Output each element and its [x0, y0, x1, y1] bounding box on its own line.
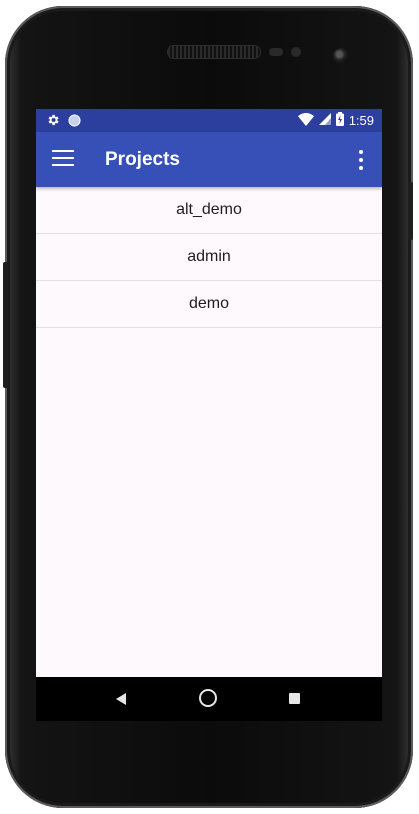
front-camera-icon	[333, 48, 349, 64]
settings-gear-icon	[46, 113, 60, 132]
hamburger-menu-icon[interactable]	[52, 150, 74, 168]
light-sensor-icon	[291, 47, 301, 57]
project-name: demo	[188, 295, 230, 312]
proximity-sensor-icon	[269, 48, 283, 56]
sync-circle-icon	[68, 113, 81, 132]
navigation-bar	[36, 677, 382, 721]
volume-rocker[interactable]	[3, 262, 8, 388]
project-list: alt_demo admin demo	[36, 187, 382, 328]
list-item[interactable]: demo	[36, 281, 382, 328]
project-name: admin	[187, 248, 231, 265]
list-item[interactable]: admin	[36, 234, 382, 281]
back-icon[interactable]	[116, 693, 126, 705]
clock: 1:59	[348, 113, 374, 128]
power-button[interactable]	[408, 182, 413, 240]
project-name: alt_demo	[176, 201, 242, 218]
more-vert-icon[interactable]	[356, 150, 366, 170]
page-title: Projects	[105, 149, 180, 170]
battery-charging-icon	[335, 112, 344, 129]
list-item[interactable]: alt_demo	[36, 187, 382, 234]
status-bar: 1:59	[36, 109, 382, 132]
screen: 1:59 Projects alt_demo admin demo	[36, 109, 382, 721]
home-icon[interactable]	[199, 689, 217, 707]
speaker-grille-icon	[168, 46, 260, 58]
wifi-icon	[297, 112, 314, 129]
recents-icon[interactable]	[289, 693, 300, 704]
cell-signal-icon	[318, 113, 331, 128]
app-bar: Projects	[36, 132, 382, 187]
